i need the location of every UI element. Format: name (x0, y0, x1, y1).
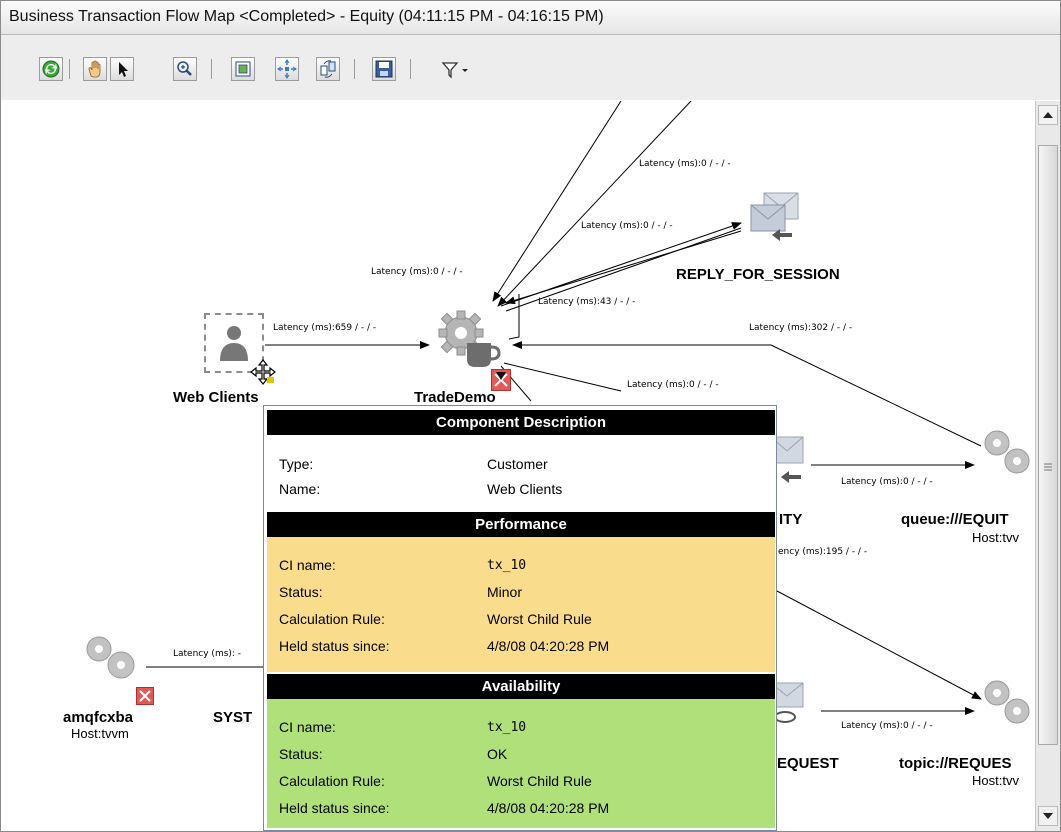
fit-to-window-button[interactable] (231, 57, 255, 81)
perf-ci-value: tx_10 (487, 558, 527, 573)
flow-edge (503, 362, 622, 392)
node-label-queue-equity: queue:///EQUIT (901, 511, 1009, 528)
node-label-reply-for-session: REPLY_FOR_SESSION (676, 266, 840, 283)
gear-application-icon (984, 680, 1030, 724)
perf-rule-value: Worst Child Rule (487, 611, 592, 627)
message-queue-icon (750, 192, 799, 241)
scroll-thumb[interactable] (1038, 145, 1058, 745)
node-queue-equity[interactable] (977, 423, 1035, 483)
edge-latency-label: Latency (ms):0 / - / - (841, 721, 933, 731)
arrow-down-icon (1043, 813, 1053, 819)
filter-dropdown[interactable] (441, 59, 473, 81)
edge-latency-label: Latency (ms):43 / - / - (538, 297, 636, 307)
avail-ci-value: tx_10 (487, 720, 527, 735)
node-host-topic-request: Host:tvv (972, 773, 1019, 788)
refresh-button[interactable] (39, 57, 63, 81)
node-label-tradedemo: TradeDemo (414, 389, 496, 406)
filter-icon (441, 62, 468, 79)
avail-rule-value: Worst Child Rule (487, 773, 592, 789)
node-tradedemo[interactable] (433, 307, 503, 371)
flow-map-window: Business Transaction Flow Map <Completed… (0, 0, 1061, 832)
type-label: Type: (279, 456, 314, 472)
pan-hand-icon (88, 60, 101, 78)
node-amqfcxba[interactable] (79, 631, 149, 687)
edge-latency-label: Latency (ms):659 / - / - (273, 323, 377, 333)
avail-held-value: 4/8/08 04:20:28 PM (487, 800, 610, 816)
perf-held-label: Held status since: (279, 638, 390, 654)
save-button[interactable] (372, 57, 396, 81)
sync-icon (320, 60, 336, 78)
layout-icon (277, 59, 297, 79)
toolbar-separator (410, 59, 411, 79)
move-cursor-icon (250, 359, 276, 385)
zoom-in-icon (177, 61, 192, 76)
grip-icon (1044, 463, 1052, 471)
window-title: Business Transaction Flow Map <Completed… (9, 8, 604, 25)
node-label-web-clients: Web Clients (173, 389, 259, 406)
sync-button[interactable] (316, 57, 340, 81)
layout-button[interactable] (275, 57, 299, 81)
avail-held-label: Held status since: (279, 800, 390, 816)
scroll-up-button[interactable] (1038, 105, 1058, 125)
status-critical-icon (136, 687, 154, 705)
edge-latency-label: Latency (ms):0 / - / - (841, 477, 933, 487)
edge-latency-label: Latency (ms):0 / - / - (371, 267, 463, 277)
vertical-scrollbar[interactable] (1035, 101, 1060, 831)
node-label-syst: SYST (213, 709, 253, 726)
avail-ci-label: CI name: (279, 719, 336, 735)
edge-latency-label: Latency (ms):0 / - / - (581, 221, 673, 231)
flow-edge (776, 590, 982, 700)
node-label-request: EQUEST (777, 755, 839, 772)
edge-latency-label: Latency (ms):0 / - / - (639, 159, 731, 169)
edge-latency-label: Latency (ms): - (173, 649, 242, 659)
gear-application-icon (984, 430, 1030, 474)
toolbar-separator (211, 59, 212, 79)
node-topic-request[interactable] (977, 673, 1035, 733)
toolbar-separator (354, 59, 355, 79)
perf-status-value: Minor (487, 584, 523, 600)
name-label: Name: (279, 481, 321, 497)
title-bar: Business Transaction Flow Map <Completed… (1, 1, 1060, 35)
node-reply-for-session[interactable] (746, 189, 806, 249)
performance-section: CI name: tx_10 Status: Minor Calculation… (267, 537, 775, 672)
edge-latency-label: Latency (ms):0 / - / - (627, 380, 719, 390)
toolbar (1, 35, 1060, 100)
fit-to-window-icon (235, 61, 251, 77)
select-pointer-icon (119, 62, 128, 77)
gear-application-icon (86, 636, 135, 679)
status-critical-icon (491, 369, 511, 391)
name-value: Web Clients (487, 481, 563, 497)
avail-status-value: OK (487, 746, 508, 762)
tooltip-header-performance: Performance (267, 512, 775, 537)
tooltip-header-component: Component Description (267, 410, 775, 435)
gear-application-icon (438, 310, 501, 367)
node-host-queue-equity: Host:tvv (972, 530, 1019, 545)
perf-rule-label: Calculation Rule: (279, 611, 385, 627)
toolbar-separator (69, 59, 70, 79)
perf-held-value: 4/8/08 04:20:28 PM (487, 638, 610, 654)
avail-status-label: Status: (279, 746, 323, 762)
edge-latency-label: ency (ms):195 / - / - (778, 547, 868, 557)
refresh-icon (42, 60, 60, 78)
arrow-up-icon (1043, 112, 1053, 118)
node-label-topic-request: topic://REQUES (899, 755, 1012, 772)
node-label-amqfcxba: amqfcxba (63, 709, 134, 726)
edge-latency-label: Latency (ms):302 / - / - (749, 323, 853, 333)
zoom-in-button[interactable] (173, 57, 197, 81)
perf-ci-label: CI name: (279, 557, 336, 573)
node-host-amqfcxba: Host:tvvm (71, 726, 129, 741)
perf-status-label: Status: (279, 584, 323, 600)
type-value: Customer (487, 456, 548, 472)
scroll-down-button[interactable] (1038, 806, 1058, 826)
tooltip-header-availability: Availability (267, 674, 775, 699)
node-label-equity: ITY (779, 511, 803, 528)
save-icon (375, 60, 393, 78)
availability-section: CI name: tx_10 Status: OK Calculation Ru… (267, 699, 775, 828)
select-button[interactable] (110, 57, 134, 81)
avail-rule-label: Calculation Rule: (279, 773, 385, 789)
flow-edge (497, 101, 692, 307)
component-description-tooltip: Component Description Type: Customer Nam… (263, 405, 777, 831)
pan-button[interactable] (83, 57, 107, 81)
